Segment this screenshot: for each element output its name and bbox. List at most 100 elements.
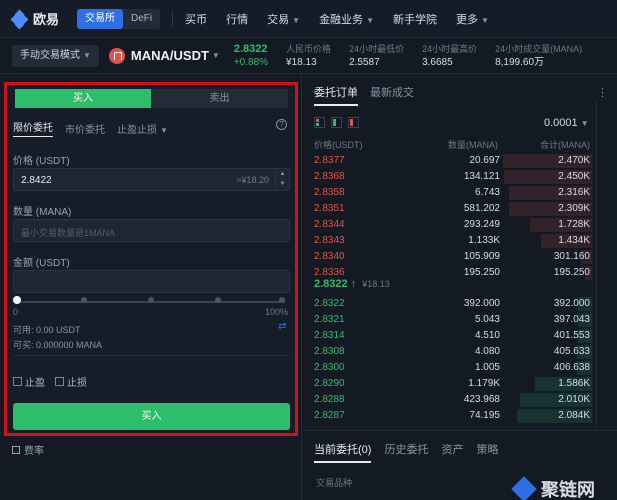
tab-market-order[interactable]: 市价委托 xyxy=(65,121,105,136)
order-price: 2.8377 xyxy=(314,155,345,166)
order-amount: 74.195 xyxy=(469,410,500,421)
amount-label: 数量 (MANA) xyxy=(13,207,72,218)
order-amount: 4.080 xyxy=(474,346,500,357)
tab-stop-order[interactable]: 止盈止损 ▼ xyxy=(117,121,168,136)
amount-input[interactable]: 最小交易数量是1MANA xyxy=(13,219,290,242)
bid-row[interactable]: 2.8300 1.005 406.638 xyxy=(312,360,592,376)
stop-loss-checkbox[interactable]: 止损 xyxy=(55,374,87,389)
more-icon[interactable]: ⋮ xyxy=(597,86,608,99)
nav-more[interactable]: 更多 ▼ xyxy=(456,11,489,27)
order-amount: 392.000 xyxy=(463,298,500,309)
order-price: 2.8351 xyxy=(314,203,345,214)
col-price: 价格(USDT) xyxy=(314,140,363,150)
tab-buy[interactable]: 买入 xyxy=(15,89,151,108)
slider-mark-50[interactable] xyxy=(148,297,154,303)
tab-recent-trades[interactable]: 最新成交 xyxy=(370,84,414,106)
order-total: 1.586K xyxy=(558,378,590,389)
trade-mode-select[interactable]: 手动交易模式 ▼ xyxy=(12,44,99,67)
take-profit-checkbox[interactable]: 止盈 xyxy=(13,374,45,389)
mid-price-value: 2.8322 ↑ xyxy=(314,278,357,290)
logo-name: 欧易 xyxy=(33,12,60,27)
pair-selector[interactable]: MANA/USDT xyxy=(131,48,209,63)
help-icon[interactable]: ? xyxy=(276,119,287,130)
market-switch: 交易所 DeFi xyxy=(77,8,161,29)
precision-select[interactable]: 0.0001 ▼ xyxy=(544,117,589,129)
total-input[interactable] xyxy=(13,270,290,293)
buy-button[interactable]: 买入 xyxy=(13,403,290,430)
nav-academy[interactable]: 新手学院 xyxy=(393,11,437,27)
ask-row[interactable]: 2.8351 581.202 2.309K xyxy=(312,201,592,217)
arrow-up-icon[interactable]: ▲ xyxy=(276,169,289,179)
segment-defi[interactable]: DeFi xyxy=(123,9,160,29)
stat-value: 8,199.60万 xyxy=(495,56,545,68)
nav-markets[interactable]: 行情 xyxy=(226,11,248,27)
ask-row[interactable]: 2.8344 293.249 1.728K xyxy=(312,217,592,233)
order-total: 2.316K xyxy=(558,187,590,198)
tab-order-history[interactable]: 历史委托 xyxy=(384,441,428,463)
order-total: 301.160 xyxy=(553,251,590,262)
total-label: 金额 (USDT) xyxy=(13,258,70,269)
nav-finance[interactable]: 金融业务 ▼ xyxy=(319,11,374,27)
logo[interactable]: 欧易 xyxy=(10,9,60,29)
tab-assets[interactable]: 资产 xyxy=(441,441,463,463)
bid-row[interactable]: 2.8290 1.179K 1.586K xyxy=(312,376,592,392)
order-total: 405.633 xyxy=(553,346,590,357)
ask-row[interactable]: 2.8377 20.697 2.470K xyxy=(312,153,592,169)
slider-mark-100[interactable] xyxy=(279,297,285,303)
tab-open-orders[interactable]: 当前委托(0) xyxy=(314,441,372,463)
slider-min-label: 0 xyxy=(13,307,19,317)
order-price: 2.8344 xyxy=(314,219,345,230)
order-total: 401.553 xyxy=(553,330,590,341)
ask-row[interactable]: 2.8368 134.121 2.450K xyxy=(312,169,592,185)
stat-value: ¥18.13 xyxy=(286,56,317,68)
nav-trade[interactable]: 交易 ▼ xyxy=(267,11,300,27)
mid-price-cny: ¥18.13 xyxy=(362,279,390,289)
bid-row[interactable]: 2.8314 4.510 401.553 xyxy=(312,328,592,344)
bid-row[interactable]: 2.8288 423.968 2.010K xyxy=(312,392,592,408)
price-change: +0.88% xyxy=(233,56,269,68)
watermark: 聚链网 xyxy=(511,476,595,500)
side-panel-edge xyxy=(596,100,617,430)
nav-buy-crypto[interactable]: 买币 xyxy=(185,11,207,27)
bid-row[interactable]: 2.8321 5.043 397.043 xyxy=(312,312,592,328)
tab-limit-order[interactable]: 限价委托 xyxy=(13,119,53,137)
transfer-icon[interactable]: ⇄ xyxy=(278,321,286,332)
price-input[interactable]: 2.8422 ≈¥18.20 ▲ ▼ xyxy=(13,168,290,191)
order-total: 2.010K xyxy=(558,394,590,405)
order-price: 2.8300 xyxy=(314,362,345,373)
price-stepper[interactable]: ▲ ▼ xyxy=(275,169,289,190)
tab-orderbook[interactable]: 委托订单 xyxy=(314,84,358,106)
slider-mark-25[interactable] xyxy=(81,297,87,303)
stat-label: 24小时最高价 xyxy=(422,43,478,54)
col-amount: 数量(MANA) xyxy=(448,140,498,150)
bid-row[interactable]: 2.8287 74.195 2.084K xyxy=(312,408,592,424)
fee-rate-link[interactable]: 费率 xyxy=(12,442,44,457)
order-total: 2.084K xyxy=(558,410,590,421)
view-asks-icon[interactable] xyxy=(348,117,359,128)
ask-row[interactable]: 2.8343 1.133K 1.434K xyxy=(312,233,592,249)
order-amount: 1.005 xyxy=(474,362,500,373)
order-form: 买入 卖出 限价委托 市价委托 止盈止损 ▼ ? 价格 (USDT) 2.8422… xyxy=(4,82,298,436)
tab-sell[interactable]: 卖出 xyxy=(151,89,288,108)
ask-row[interactable]: 2.8358 6.743 2.316K xyxy=(312,185,592,201)
arrow-down-icon[interactable]: ▼ xyxy=(276,179,289,189)
chevron-down-icon: ▼ xyxy=(480,15,489,25)
order-price: 2.8321 xyxy=(314,314,345,325)
stat-label: 人民币价格 xyxy=(286,43,332,54)
chevron-down-icon[interactable]: ▼ xyxy=(212,51,220,60)
segment-exchange[interactable]: 交易所 xyxy=(77,8,124,29)
slider-handle[interactable] xyxy=(13,296,21,304)
bid-row[interactable]: 2.8322 392.000 392.000 xyxy=(312,296,592,312)
view-both-icon[interactable] xyxy=(314,117,325,128)
order-amount: 134.121 xyxy=(463,171,500,182)
order-price: 2.8314 xyxy=(314,330,345,341)
order-amount: 581.202 xyxy=(463,203,500,214)
stat-24h-high: 24小时最高价 3.6685 xyxy=(422,43,477,69)
slider-mark-75[interactable] xyxy=(215,297,221,303)
tab-strategies[interactable]: 策略 xyxy=(476,441,498,463)
view-bids-icon[interactable] xyxy=(331,117,342,128)
order-price: 2.8308 xyxy=(314,346,345,357)
ask-row[interactable]: 2.8340 105.909 301.160 xyxy=(312,249,592,265)
bid-row[interactable]: 2.8308 4.080 405.633 xyxy=(312,344,592,360)
stat-label: 24小时最低价 xyxy=(349,43,405,54)
